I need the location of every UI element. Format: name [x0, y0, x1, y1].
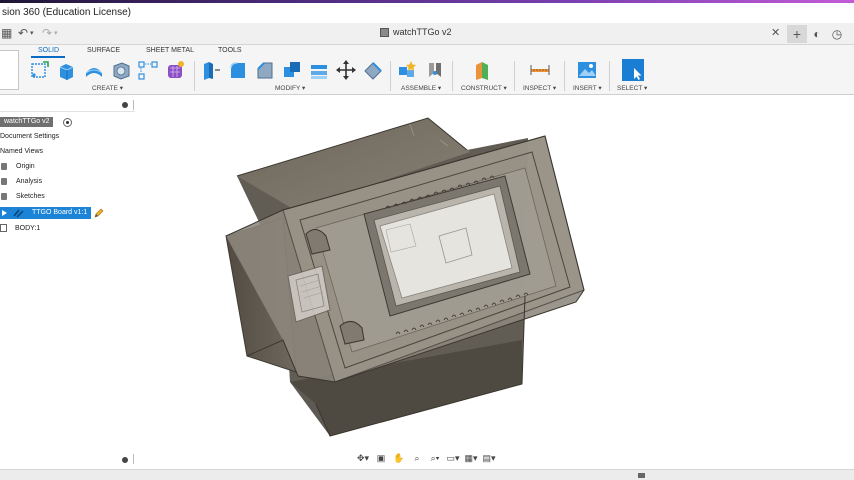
- watch-case-model[interactable]: [225, 117, 585, 437]
- browser-item-label: Origin: [16, 163, 35, 170]
- offset-plane-icon[interactable]: [471, 59, 493, 81]
- insert-canvas-icon[interactable]: [576, 59, 598, 81]
- create-group-label[interactable]: CREATE ▾: [92, 84, 123, 92]
- browser-item-label: Analysis: [16, 178, 43, 185]
- undo-icon[interactable]: ↶: [18, 26, 28, 40]
- tab-surface[interactable]: SURFACE: [87, 47, 120, 54]
- timeline-marker-icon[interactable]: [638, 473, 645, 478]
- revolve-icon[interactable]: [83, 59, 105, 81]
- browser-root[interactable]: watchTTGo v2: [0, 117, 53, 127]
- rectangular-pattern-icon[interactable]: [137, 59, 159, 81]
- offset-face-icon[interactable]: [308, 59, 330, 81]
- toolbar-ribbon: SOLID SURFACE SHEET METAL TOOLS CREATE ▾: [0, 45, 854, 95]
- tab-bar-tools: + ◐ ◷ ?: [787, 25, 854, 43]
- comments-panel-bar: [0, 452, 135, 466]
- browser-item-label: TTGO Board v1:1: [32, 209, 88, 216]
- display-settings-icon[interactable]: ▭▾: [445, 452, 461, 465]
- fillet-icon[interactable]: [227, 59, 249, 81]
- browser-item-ttgo-board[interactable]: TTGO Board v1:1: [0, 207, 91, 219]
- assemble-group-label[interactable]: ASSEMBLE ▾: [401, 84, 441, 92]
- grid-settings-icon[interactable]: ▦▾: [463, 452, 479, 465]
- select-cursor-icon[interactable]: [622, 59, 644, 81]
- document-tab-title: watchTTGo v2: [393, 27, 452, 37]
- tab-sheet-metal[interactable]: SHEET METAL: [146, 47, 194, 54]
- window-title: sion 360 (Education License): [2, 7, 131, 18]
- construct-group-label[interactable]: CONSTRUCT ▾: [461, 84, 507, 92]
- shell-icon[interactable]: [110, 59, 132, 81]
- modify-group-label[interactable]: MODIFY ▾: [275, 84, 305, 92]
- create-form-icon[interactable]: [164, 59, 186, 81]
- browser-collapse-icon[interactable]: [122, 102, 128, 108]
- new-tab-icon[interactable]: +: [787, 25, 807, 43]
- look-at-icon[interactable]: ▣: [373, 452, 389, 465]
- redo-dropdown-icon[interactable]: ▾: [54, 29, 58, 37]
- file-menu-icon[interactable]: ▦: [1, 26, 12, 40]
- browser-item-named-views[interactable]: Named Views: [0, 148, 43, 155]
- comments-divider: [133, 454, 134, 464]
- viewports-icon[interactable]: ▤▾: [481, 452, 497, 465]
- ribbon-divider: [452, 61, 453, 91]
- document-tab[interactable]: watchTTGo v2: [380, 27, 452, 37]
- inspect-group-label[interactable]: INSPECT ▾: [523, 84, 556, 92]
- move-copy-icon[interactable]: [335, 59, 357, 81]
- orbit-icon[interactable]: ✥▾: [355, 452, 371, 465]
- ribbon-divider: [514, 61, 515, 91]
- job-status-icon[interactable]: ◷: [827, 25, 847, 43]
- status-bar: [0, 469, 854, 480]
- browser-header: [0, 98, 135, 112]
- document-tab-bar: ▦ ↶ ▾ ↷ ▾ watchTTGo v2 ✕ + ◐ ◷ ?: [0, 23, 854, 45]
- help-icon[interactable]: ?: [847, 25, 854, 43]
- redo-icon[interactable]: ↷: [42, 26, 52, 40]
- title-bar: sion 360 (Education License): [0, 3, 854, 23]
- measure-icon[interactable]: [529, 59, 551, 81]
- component-link-icon: [13, 209, 24, 218]
- body-icon: [0, 224, 7, 232]
- ribbon-divider: [609, 61, 610, 91]
- browser-item-label: Sketches: [16, 193, 45, 200]
- ribbon-divider: [564, 61, 565, 91]
- browser-item-document-settings[interactable]: Document Settings: [0, 133, 59, 140]
- ribbon-divider: [390, 61, 391, 91]
- browser-item-label: Named Views: [0, 148, 44, 155]
- folder-icon: [1, 193, 7, 200]
- browser-item-body[interactable]: BODY:1: [0, 224, 40, 232]
- zoom-icon[interactable]: ⌕: [409, 452, 425, 465]
- insert-group-label[interactable]: INSERT ▾: [573, 84, 602, 92]
- extrude-icon[interactable]: [55, 59, 77, 81]
- browser-item-analysis[interactable]: Analysis: [1, 178, 42, 185]
- combine-icon[interactable]: [281, 59, 303, 81]
- folder-icon: [1, 163, 7, 170]
- fit-zoom-icon[interactable]: ⌕▾: [427, 452, 443, 465]
- visibility-toggle-icon[interactable]: [1, 209, 9, 217]
- joint-icon[interactable]: [424, 59, 446, 81]
- select-group-label[interactable]: SELECT ▾: [617, 84, 647, 92]
- press-pull-icon[interactable]: [200, 59, 222, 81]
- folder-icon: [1, 178, 7, 185]
- pan-hand-icon[interactable]: ✋: [391, 452, 407, 465]
- create-sketch-icon[interactable]: [29, 59, 51, 81]
- browser-item-sketches[interactable]: Sketches: [1, 193, 45, 200]
- tab-solid[interactable]: SOLID: [38, 47, 59, 54]
- browser-item-label: Document Settings: [0, 133, 60, 140]
- extensions-icon[interactable]: ◐: [807, 25, 827, 43]
- active-design-radio-icon[interactable]: [63, 118, 72, 127]
- chamfer-icon[interactable]: [254, 59, 276, 81]
- scale-icon[interactable]: [362, 59, 384, 81]
- navigation-toolbar: ✥▾ ▣ ✋ ⌕ ⌕▾ ▭▾ ▦▾ ▤▾: [355, 451, 497, 465]
- active-tab-indicator: [31, 56, 65, 58]
- browser-divider: [133, 100, 134, 110]
- undo-dropdown-icon[interactable]: ▾: [30, 29, 34, 37]
- new-component-icon[interactable]: [396, 59, 418, 81]
- ribbon-divider: [194, 61, 195, 91]
- edit-pencil-icon[interactable]: [93, 208, 104, 219]
- design-cube-icon: [380, 27, 389, 37]
- comments-collapse-icon[interactable]: [122, 457, 128, 463]
- browser-item-label: BODY:1: [15, 224, 41, 232]
- browser-item-origin[interactable]: Origin: [1, 163, 35, 170]
- close-tab-icon[interactable]: ✕: [771, 26, 780, 39]
- tab-tools[interactable]: TOOLS: [218, 47, 242, 54]
- data-panel-toggle[interactable]: [0, 50, 19, 90]
